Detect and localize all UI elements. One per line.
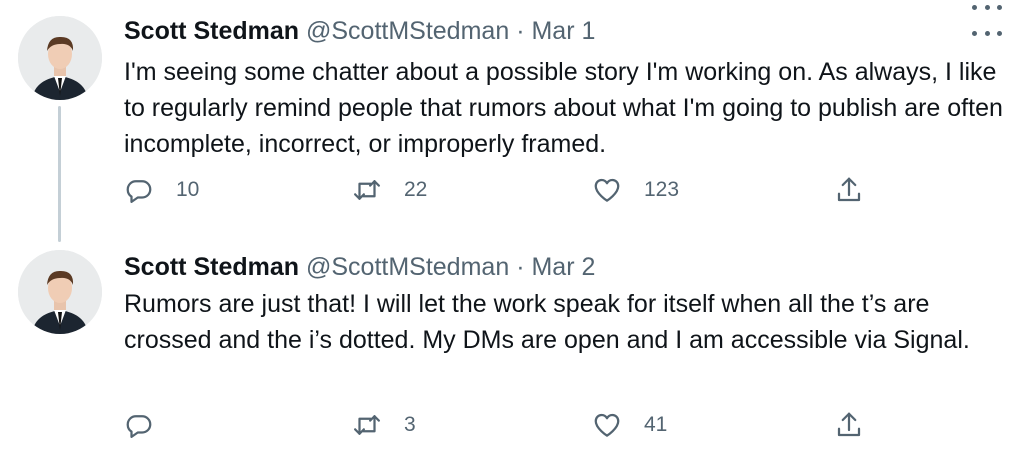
share-button[interactable] (834, 173, 864, 207)
author-handle[interactable]: @ScottMStedman (306, 253, 509, 281)
like-count: 123 (644, 178, 680, 201)
retweet-button[interactable]: 3 (352, 408, 416, 442)
like-icon (594, 178, 620, 202)
reply-icon (126, 180, 152, 203)
tweet[interactable]: Scott Stedman @ScottMStedman · Mar 2 Rum… (0, 232, 1024, 462)
retweet-count: 3 (404, 413, 416, 436)
author-name[interactable]: Scott Stedman (124, 253, 299, 281)
reply-button[interactable] (124, 408, 176, 442)
tweet-actions: 3 41 (124, 408, 884, 442)
reply-button[interactable]: 10 (124, 173, 199, 207)
like-button[interactable]: 123 (592, 173, 679, 207)
tweet[interactable]: Scott Stedman @ScottMStedman · Mar 1 I'm… (0, 0, 1024, 242)
tweet-header: Scott Stedman @ScottMStedman · Mar 2 (124, 252, 595, 282)
tweet-text: I'm seeing some chatter about a possible… (124, 58, 1003, 158)
more-options-icon[interactable] (972, 26, 1002, 40)
tweet-date[interactable]: Mar 2 (531, 253, 595, 281)
retweet-icon (354, 180, 380, 200)
more-options-icon[interactable] (972, 0, 1002, 14)
retweet-count: 22 (404, 178, 428, 201)
share-button[interactable] (834, 408, 864, 442)
like-count: 41 (644, 413, 668, 436)
retweet-button[interactable]: 22 (352, 173, 427, 207)
tweet-header: Scott Stedman @ScottMStedman · Mar 1 (124, 16, 595, 46)
avatar-image (18, 16, 102, 100)
share-icon (837, 412, 861, 437)
like-button[interactable]: 41 (592, 408, 667, 442)
separator: · (516, 17, 525, 45)
author-handle[interactable]: @ScottMStedman (306, 17, 509, 45)
avatar-image (18, 250, 102, 334)
share-icon (837, 177, 861, 202)
avatar[interactable] (18, 250, 102, 334)
tweet-text: Rumors are just that! I will let the wor… (124, 290, 970, 354)
thread-line (58, 106, 61, 242)
author-name[interactable]: Scott Stedman (124, 17, 299, 45)
tweet-date[interactable]: Mar 1 (531, 17, 595, 45)
separator: · (516, 253, 525, 281)
retweet-icon (354, 415, 380, 435)
reply-count: 10 (176, 178, 200, 201)
avatar[interactable] (18, 16, 102, 100)
reply-icon (126, 415, 152, 438)
tweet-actions: 10 22 123 (124, 173, 884, 207)
like-icon (594, 413, 620, 437)
